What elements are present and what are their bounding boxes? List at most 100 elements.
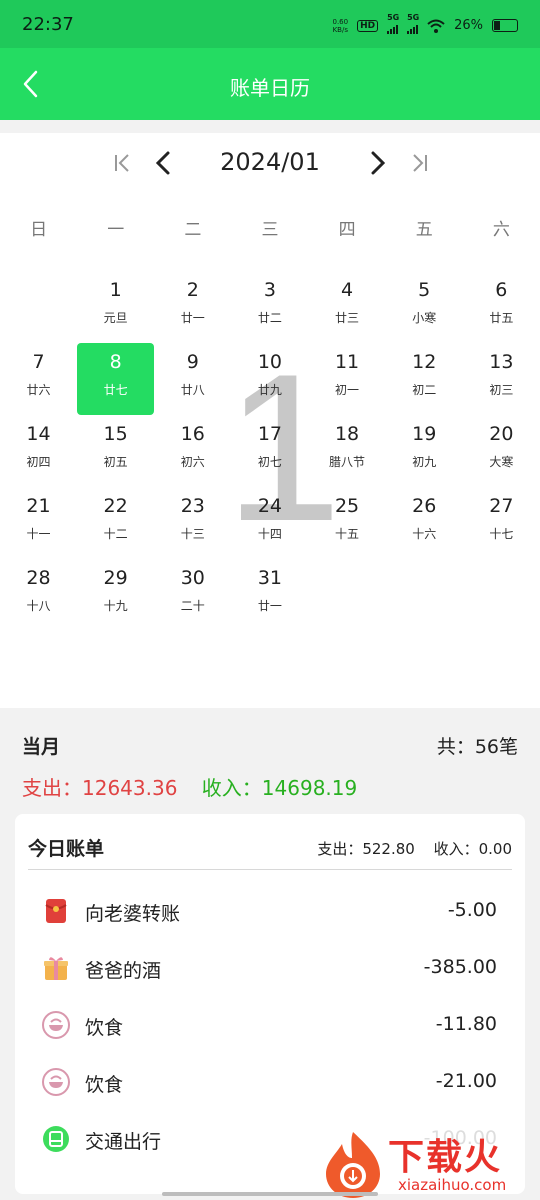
day-number: 22 <box>103 495 128 517</box>
lunar-date: 廿二 <box>257 311 282 325</box>
calendar-day-cell[interactable]: 25 十五 <box>309 487 386 559</box>
day-number: 25 <box>334 495 360 517</box>
last-page-icon[interactable] <box>405 148 435 178</box>
day-number: 11 <box>334 351 360 373</box>
calendar-day-cell[interactable]: 12 初二 <box>386 343 463 415</box>
calendar-day-cell[interactable]: 24 十四 <box>231 487 308 559</box>
calendar-day-cell[interactable]: 28 十八 <box>0 559 77 631</box>
bill-row[interactable]: 爸爸的酒 -385.00 <box>15 941 525 998</box>
day-number: 28 <box>26 567 51 589</box>
month-summary: 当月 共：56笔 支出：12643.36 收入：14698.19 <box>0 708 540 813</box>
calendar-day-cell[interactable]: 4 廿三 <box>309 271 386 343</box>
calendar-day-cell[interactable]: 17 初七 <box>231 415 308 487</box>
calendar-day-cell[interactable]: 3 廿二 <box>231 271 308 343</box>
weekday-label: 五 <box>415 220 433 240</box>
weekday-label: 六 <box>492 220 510 240</box>
day-number: 21 <box>26 495 51 517</box>
day-number: 6 <box>495 279 508 301</box>
transport-icon <box>43 1126 69 1152</box>
bill-row[interactable]: 饮食 -21.00 <box>15 1055 525 1112</box>
battery-icon <box>492 19 518 32</box>
bill-amount: -385.00 <box>423 956 497 978</box>
bill-name: 爸爸的酒 <box>85 960 162 982</box>
calendar-day-cell[interactable]: 6 廿五 <box>463 271 540 343</box>
battery-percent: 26% <box>454 18 483 33</box>
weekday-label: 一 <box>107 220 125 240</box>
weekday-label: 二 <box>184 220 202 240</box>
next-month-icon[interactable] <box>362 148 392 178</box>
lunar-date: 十六 <box>412 527 437 541</box>
calendar-day-cell[interactable]: 18 腊八节 <box>309 415 386 487</box>
day-number: 29 <box>103 567 128 589</box>
summary-income: 收入：14698.19 <box>201 776 358 800</box>
month-label: 2024/01 <box>220 148 320 176</box>
today-bill-totals: 支出：522.80 收入：0.00 <box>317 838 512 859</box>
lunar-date: 十二 <box>103 527 128 541</box>
bill-row[interactable]: 向老婆转账 -5.00 <box>15 884 525 941</box>
calendar-day-cell[interactable]: 21 十一 <box>0 487 77 559</box>
calendar-day-cell[interactable]: 5 小寒 <box>386 271 463 343</box>
calendar-day-cell[interactable]: 19 初九 <box>386 415 463 487</box>
lunar-date: 大寒 <box>489 455 514 469</box>
lunar-date: 廿八 <box>180 383 205 397</box>
day-number: 5 <box>418 279 431 301</box>
calendar-day-cell[interactable]: 14 初四 <box>0 415 77 487</box>
bill-amount: -11.80 <box>435 1013 497 1035</box>
lunar-date: 廿七 <box>103 383 128 397</box>
food-bowl-icon <box>42 1011 70 1039</box>
gift-icon <box>44 957 68 980</box>
page-title: 账单日历 <box>230 76 310 100</box>
calendar-day-cell[interactable]: 16 初六 <box>154 415 231 487</box>
day-number: 18 <box>334 423 360 445</box>
home-indicator[interactable] <box>162 1192 378 1196</box>
calendar-day-cell[interactable]: 13 初三 <box>463 343 540 415</box>
summary-month-label: 当月 <box>22 736 61 758</box>
calendar-day-cell[interactable]: 20 大寒 <box>463 415 540 487</box>
calendar-day-cell[interactable]: 2 廿一 <box>154 271 231 343</box>
lunar-date: 十三 <box>180 527 205 541</box>
lunar-date: 廿一 <box>257 599 282 613</box>
day-number: 17 <box>257 423 283 445</box>
calendar-day-cell[interactable]: 22 十二 <box>77 487 154 559</box>
day-number: 12 <box>412 351 437 373</box>
day-number: 4 <box>341 279 354 301</box>
calendar-day-cell[interactable]: 9 廿八 <box>154 343 231 415</box>
lunar-date: 初七 <box>257 455 282 469</box>
calendar-day-cell[interactable]: 30 二十 <box>154 559 231 631</box>
bill-row[interactable]: 饮食 -11.80 <box>15 998 525 1055</box>
today-bill-header: 今日账单 支出：522.80 收入：0.00 <box>28 814 512 870</box>
month-nav: 2024/01 <box>0 146 540 180</box>
calendar-day-cell[interactable]: 11 初一 <box>309 343 386 415</box>
lunar-date: 初六 <box>180 455 205 469</box>
day-number: 10 <box>257 351 283 373</box>
bill-name: 饮食 <box>85 1017 124 1039</box>
calendar-day-cell[interactable]: 10 廿九 <box>231 343 308 415</box>
calendar-day-cell[interactable]: 1 元旦 <box>77 271 154 343</box>
calendar-day-cell[interactable]: 23 十三 <box>154 487 231 559</box>
calendar-day-cell[interactable]: 31 廿一 <box>231 559 308 631</box>
app-bar: 账单日历 <box>0 48 540 120</box>
calendar-day-cell[interactable]: 29 十九 <box>77 559 154 631</box>
calendar-day-cell[interactable]: 15 初五 <box>77 415 154 487</box>
calendar-day-cell[interactable]: 26 十六 <box>386 487 463 559</box>
weekday-label: 三 <box>261 220 279 240</box>
lunar-date: 腊八节 <box>329 455 366 469</box>
day-number: 2 <box>186 279 199 301</box>
wifi-icon <box>427 19 445 33</box>
bill-amount: -5.00 <box>447 899 497 921</box>
day-number: 19 <box>412 423 437 445</box>
day-number: 8 <box>109 351 122 373</box>
lunar-date: 初一 <box>335 383 360 397</box>
weekday-label: 四 <box>338 220 356 240</box>
lunar-date: 初二 <box>412 383 437 397</box>
bill-amount: -21.00 <box>435 1070 497 1092</box>
calendar-day-cell[interactable]: 8 廿七 <box>77 343 155 415</box>
day-number: 16 <box>180 423 205 445</box>
day-number: 3 <box>263 279 276 301</box>
status-time: 22:37 <box>22 14 74 35</box>
summary-expense: 支出：12643.36 <box>22 776 178 800</box>
calendar-day-cell[interactable]: 7 廿六 <box>0 343 77 415</box>
calendar-day-cell[interactable]: 27 十七 <box>463 487 540 559</box>
calendar: 2024/01 日 一 二 三 四 五 六 1 1 元旦 2 廿一 3 廿二 4 廿三 5 小寒 6… <box>0 133 540 708</box>
lunar-date: 十四 <box>257 527 282 541</box>
